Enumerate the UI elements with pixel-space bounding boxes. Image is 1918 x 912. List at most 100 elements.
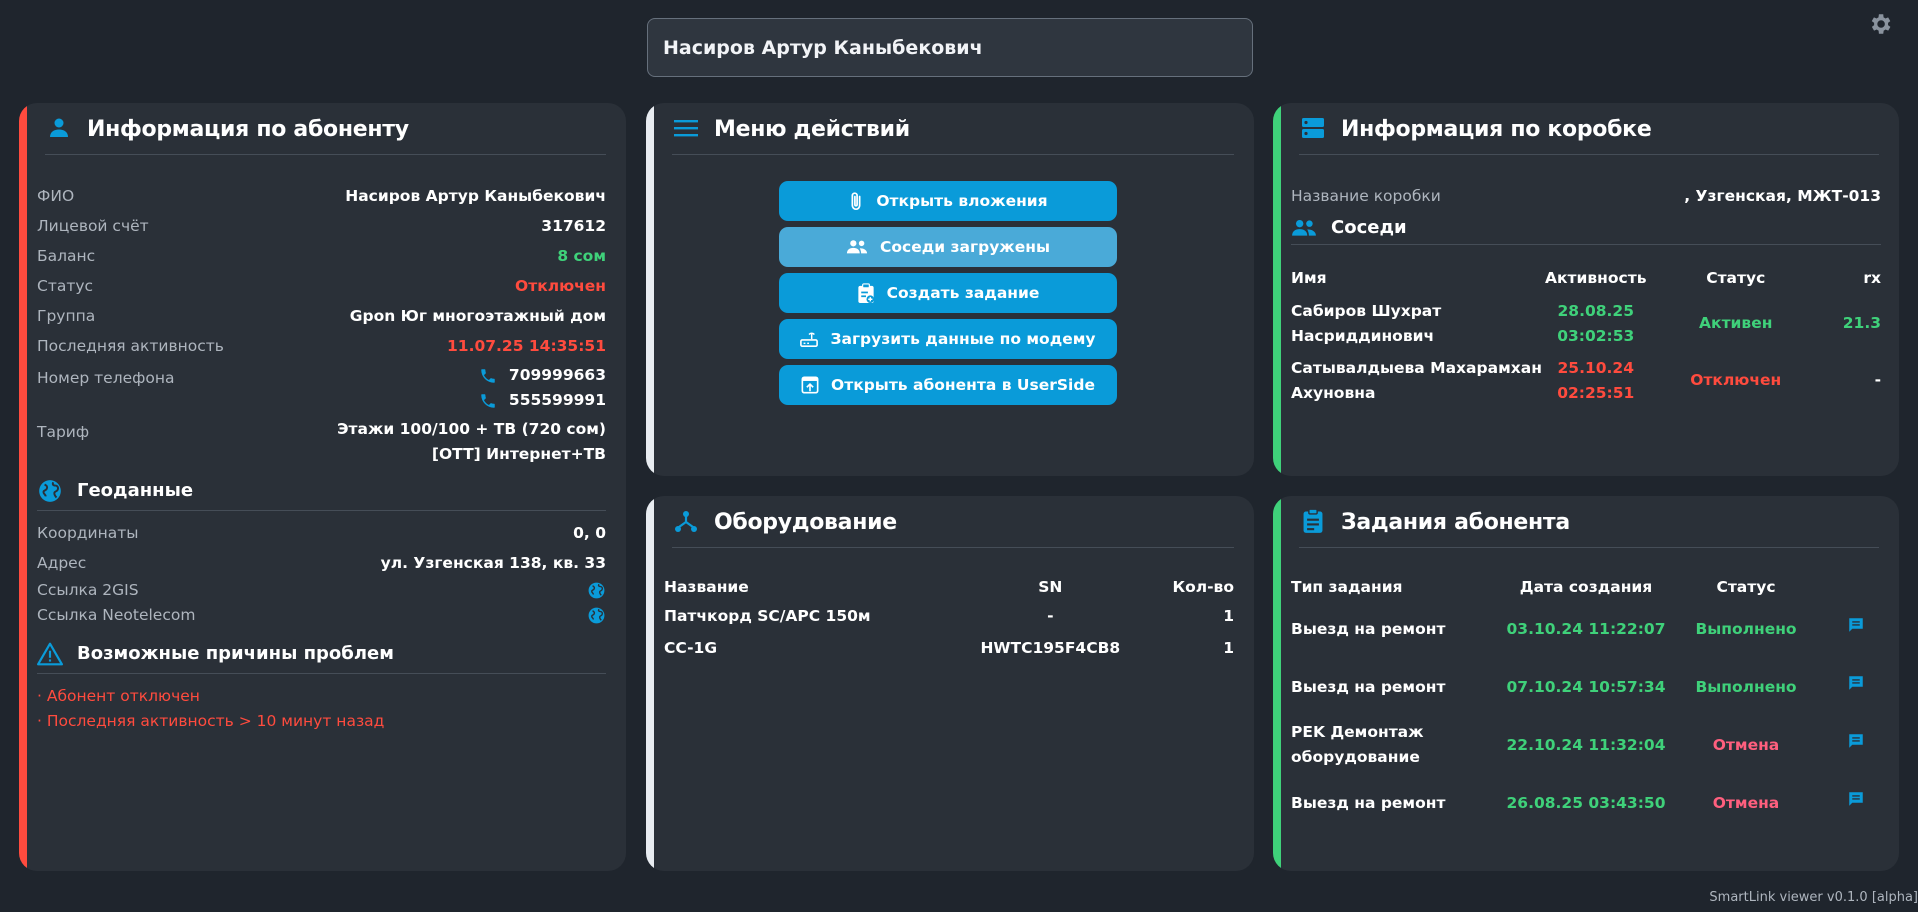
comment-icon[interactable] <box>1847 616 1865 634</box>
coords-value: 0, 0 <box>573 524 606 542</box>
neighbor-activity: 25.10.24 02:25:51 <box>1557 358 1635 402</box>
neighbor-activity: 28.08.25 03:02:53 <box>1557 301 1635 345</box>
column-header: Кол-во <box>1172 578 1234 596</box>
info-row: Баланс 8 сом <box>37 241 606 271</box>
neighbor-row[interactable]: Сатывалдыева Махарамхан Ахуновна 25.10.24 0… <box>1291 352 1881 409</box>
neighbors-scroll[interactable]: Имя Активность Статус rx Сабиров Шухрат Н… <box>1291 251 1881 415</box>
neighbor-status: Активен <box>1647 409 1826 415</box>
version-footer: SmartLink viewer v0.1.0 [alpha] <box>1709 890 1918 905</box>
box-name-value: , Узгенская, МЖТ-013 <box>1684 187 1881 205</box>
button-label: Открыть вложения <box>876 192 1048 210</box>
people-icon <box>1291 215 1317 241</box>
user-icon <box>45 114 73 142</box>
task-type: PEK Демонтаж оборудование <box>1291 723 1424 766</box>
info-value: 11.07.25 14:35:51 <box>447 337 606 355</box>
card-title: Оборудование <box>714 510 897 535</box>
comment-icon[interactable] <box>1847 674 1865 692</box>
task-type: Выезд на ремонт <box>1291 793 1446 812</box>
neighbors-loaded-button[interactable]: Соседи загружены <box>779 227 1117 267</box>
task-type: Выезд на ремонт <box>1291 619 1446 638</box>
task-status: Отмена <box>1712 793 1780 812</box>
address-label: Адрес <box>37 554 87 572</box>
info-label: ФИО <box>37 187 75 205</box>
link-neo-label: Ссылка Neotelecom <box>37 606 196 624</box>
task-date: 03.10.24 11:22:07 <box>1506 619 1666 638</box>
equipment-card: Оборудование Название SN Кол-во Патчкорд… <box>646 496 1254 871</box>
column-header-empty <box>1821 574 1881 600</box>
globe-link-icon[interactable] <box>587 603 606 628</box>
info-row: ФИО Насиров Артур Каныбекович <box>37 181 606 211</box>
task-date: 07.10.24 10:57:34 <box>1506 677 1666 696</box>
task-row[interactable]: Выезд на ремонт 07.10.24 10:57:34 Выполнен… <box>1291 658 1881 716</box>
globe-link-icon[interactable] <box>587 578 606 603</box>
column-header: Имя <box>1291 269 1327 287</box>
comment-icon[interactable] <box>1847 790 1865 808</box>
equipment-table: Название SN Кол-во Патчкорд SC/APC 150м -… <box>664 574 1234 664</box>
tasks-table: Тип задания Дата создания Статус Выезд н… <box>1291 574 1881 832</box>
open-attachments-button[interactable]: Открыть вложения <box>779 181 1117 221</box>
neighbor-row[interactable]: Сабиров Шухрат Насриддинович 28.08.25 03:02… <box>1291 295 1881 352</box>
phone-icon <box>479 392 497 410</box>
button-label: Соседи загружены <box>880 238 1050 256</box>
column-header: Дата создания <box>1519 578 1653 596</box>
info-value: Насиров Артур Каныбекович <box>345 187 606 205</box>
card-title: Меню действий <box>714 117 910 142</box>
neighbors-table: Имя Активность Статус rx Сабиров Шухрат Н… <box>1291 261 1881 415</box>
neighbor-name: Сатывалдыева Махарамхан Ахуновна <box>1291 358 1542 402</box>
router-icon <box>800 330 819 348</box>
open-in-userside-button[interactable]: Открыть абонента в UserSide <box>779 365 1117 405</box>
task-date: 26.08.25 03:43:50 <box>1506 793 1666 812</box>
tasks-card: Задания абонента Тип задания Дата создан… <box>1273 496 1899 871</box>
column-header: Название <box>664 578 749 596</box>
subscriber-search-input[interactable]: Насиров Артур Каныбекович <box>647 18 1253 77</box>
box-info-card: Информация по коробке Название коробки , … <box>1273 103 1899 476</box>
task-date: 22.10.24 11:32:04 <box>1506 735 1666 754</box>
load-modem-data-button[interactable]: Загрузить данные по модему <box>779 319 1117 359</box>
info-label: Группа <box>37 307 96 325</box>
task-row[interactable]: PEK Демонтаж оборудование 22.10.24 11:32:0… <box>1291 716 1881 774</box>
info-label: Баланс <box>37 247 96 265</box>
comment-icon[interactable] <box>1847 732 1865 750</box>
problem-item: · Абонент отключен <box>37 687 200 705</box>
menu-icon <box>672 114 700 142</box>
warning-icon <box>37 641 63 667</box>
neighbor-name: Ибрагимова Дильбар <box>1291 409 1545 415</box>
info-value: Gpon Юг многоэтажный дом <box>349 307 606 325</box>
column-header: rx <box>1863 269 1881 287</box>
coords-label: Координаты <box>37 524 139 542</box>
clipboard-icon <box>1299 507 1327 535</box>
neighbor-row[interactable]: Ибрагимова Дильбар26.08.25Активен- <box>1291 409 1881 415</box>
gear-icon[interactable] <box>1865 9 1895 39</box>
column-header: Статус <box>1706 269 1766 287</box>
phone-icon <box>479 367 497 385</box>
equipment-sn: - <box>1047 607 1054 625</box>
task-row[interactable]: Выезд на ремонт 26.08.25 03:43:50 Отмена <box>1291 774 1881 832</box>
open-external-icon <box>801 376 819 394</box>
neighbor-status: Активен <box>1699 314 1773 332</box>
equipment-row: Патчкорд SC/APC 150м - 1 <box>664 600 1234 632</box>
phone-label: Номер телефона <box>37 369 175 387</box>
phone-row[interactable]: 709999663 <box>479 363 606 388</box>
paperclip-icon <box>848 191 864 211</box>
create-task-button[interactable]: Создать задание <box>779 273 1117 313</box>
server-icon <box>1299 114 1327 142</box>
box-name-label: Название коробки <box>1291 187 1441 205</box>
phone-row[interactable]: 555599991 <box>479 388 606 413</box>
card-title: Информация по абоненту <box>87 117 409 142</box>
column-header: SN <box>1038 578 1063 596</box>
info-value: 8 сом <box>557 247 606 265</box>
tariff-line: Этажи 100/100 + ТВ (720 сом) <box>337 420 606 438</box>
problems-title: Возможные причины проблем <box>77 643 394 664</box>
info-row: Лицевой счёт 317612 <box>37 211 606 241</box>
info-label: Статус <box>37 277 94 295</box>
equipment-qty: 1 <box>1223 639 1234 657</box>
card-title: Информация по коробке <box>1341 117 1652 142</box>
button-label: Загрузить данные по модему <box>830 330 1096 348</box>
geo-title: Геоданные <box>77 480 194 501</box>
neighbor-rx: - <box>1874 371 1881 389</box>
equipment-name: CC-1G <box>664 639 718 657</box>
task-status: Отмена <box>1712 735 1780 754</box>
task-row[interactable]: Выезд на ремонт 03.10.24 11:22:07 Выполнен… <box>1291 600 1881 658</box>
info-value: 317612 <box>541 217 606 235</box>
info-value: Отключен <box>515 277 606 295</box>
